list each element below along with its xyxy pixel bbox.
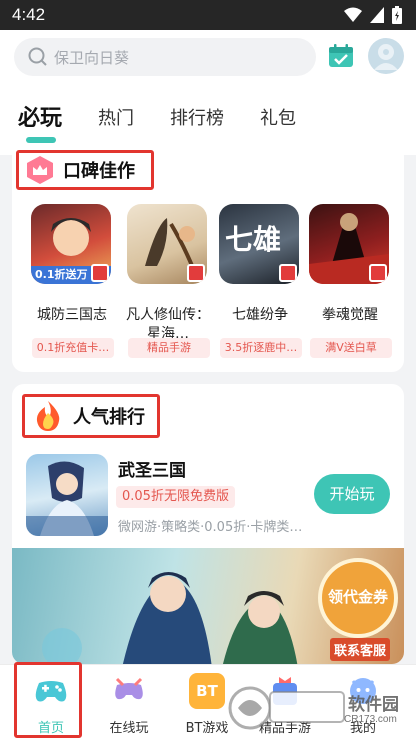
nav-home-highlight bbox=[14, 662, 82, 738]
voucher-text: 领代金券 bbox=[327, 588, 388, 606]
game-art-icon bbox=[26, 461, 108, 536]
voucher-badge[interactable]: 领代金券 bbox=[318, 558, 398, 638]
watermark-text: 软件园 bbox=[348, 695, 399, 715]
avatar[interactable] bbox=[368, 38, 404, 74]
game-icon bbox=[309, 204, 389, 284]
praise-section-title: 口碑佳作 bbox=[63, 161, 135, 182]
game-icon bbox=[127, 204, 207, 284]
game-name: 城防三国志 bbox=[37, 307, 107, 323]
tab-gifts[interactable]: 礼包 bbox=[260, 104, 296, 130]
praise-section: 口碑佳作 0.1折送万 城防三国志 0.1折充值卡… 凡人修仙传：星海… 精品手… bbox=[12, 144, 404, 372]
game-name: 拳魂觉醒 bbox=[322, 307, 378, 323]
nav-label: 在线玩 bbox=[109, 721, 149, 736]
game-icon-badge: 0.1折送万 bbox=[35, 268, 88, 281]
nav-online-play[interactable]: 在线玩 bbox=[94, 665, 164, 740]
search-bar[interactable]: 保卫向日葵 bbox=[14, 38, 316, 76]
tab-indicator bbox=[26, 137, 56, 143]
checkin-calendar-icon[interactable] bbox=[328, 44, 354, 68]
game-tag: 0.1折充值卡… bbox=[32, 338, 114, 358]
watermark-sub: CR173.com bbox=[344, 714, 397, 725]
game-tag: 满V送白草 bbox=[310, 338, 392, 358]
search-icon bbox=[28, 47, 47, 66]
site-watermark: 软件园 CR173.com bbox=[226, 684, 402, 732]
battery-icon bbox=[392, 6, 402, 24]
gift-badge-icon bbox=[369, 264, 387, 282]
status-time: 4:42 bbox=[12, 5, 46, 24]
popular-section: 人气排行 武圣三国 0.05折无限免费版 微网游·策略类·0.05折·卡牌类… … bbox=[12, 384, 404, 664]
signal-icon bbox=[370, 7, 384, 23]
user-avatar-icon bbox=[374, 44, 398, 70]
game-icon bbox=[26, 454, 108, 536]
status-icons bbox=[344, 6, 402, 24]
tab-hot[interactable]: 热门 bbox=[98, 104, 134, 130]
bt-icon: BT bbox=[189, 673, 225, 709]
tab-must-play[interactable]: 必玩 bbox=[18, 100, 62, 132]
wifi-icon bbox=[344, 7, 362, 22]
crown-badge-icon bbox=[27, 156, 53, 184]
status-bar: 4:42 bbox=[0, 0, 416, 30]
praise-game-list: 0.1折送万 城防三国志 0.1折充值卡… 凡人修仙传：星海… 精品手游 七雄 … bbox=[12, 202, 404, 362]
contact-service-label[interactable]: 联系客服 bbox=[330, 638, 391, 661]
popular-section-title: 人气排行 bbox=[73, 407, 145, 428]
ranking-game-name: 武圣三国 bbox=[118, 461, 186, 481]
game-tag: 精品手游 bbox=[128, 338, 210, 358]
game-icon-title: 七雄 bbox=[225, 223, 282, 256]
game-tag: 3.5折逐鹿中… bbox=[220, 338, 302, 358]
game-icon: 七雄 bbox=[219, 204, 299, 284]
gift-badge-icon bbox=[279, 264, 297, 282]
promo-banner[interactable]: 领代金券 联系客服 bbox=[12, 548, 404, 664]
bt-icon-text: BT bbox=[196, 682, 218, 700]
gift-badge-icon bbox=[187, 264, 205, 282]
game-icon: 0.1折送万 bbox=[31, 204, 111, 284]
ranking-game-desc: 微网游·策略类·0.05折·卡牌类… bbox=[118, 520, 303, 535]
flame-icon bbox=[36, 401, 60, 431]
header: 保卫向日葵 必玩 热门 排行榜 礼包 bbox=[0, 30, 416, 155]
game-name: 七雄纷争 bbox=[232, 307, 288, 323]
category-tabs: 必玩 热门 排行榜 礼包 bbox=[0, 100, 416, 150]
gift-badge-icon bbox=[91, 264, 109, 282]
ranking-game-tag: 0.05折无限免费版 bbox=[116, 486, 235, 508]
tab-ranking[interactable]: 排行榜 bbox=[170, 104, 224, 130]
search-placeholder: 保卫向日葵 bbox=[54, 49, 130, 67]
online-play-icon bbox=[115, 677, 143, 700]
popular-section-header: 人气排行 bbox=[22, 394, 160, 438]
start-play-button[interactable]: 开始玩 bbox=[314, 474, 390, 514]
praise-section-header: 口碑佳作 bbox=[16, 150, 154, 190]
ranking-game-item[interactable]: 武圣三国 0.05折无限免费版 微网游·策略类·0.05折·卡牌类… 开始玩 bbox=[12, 452, 404, 542]
